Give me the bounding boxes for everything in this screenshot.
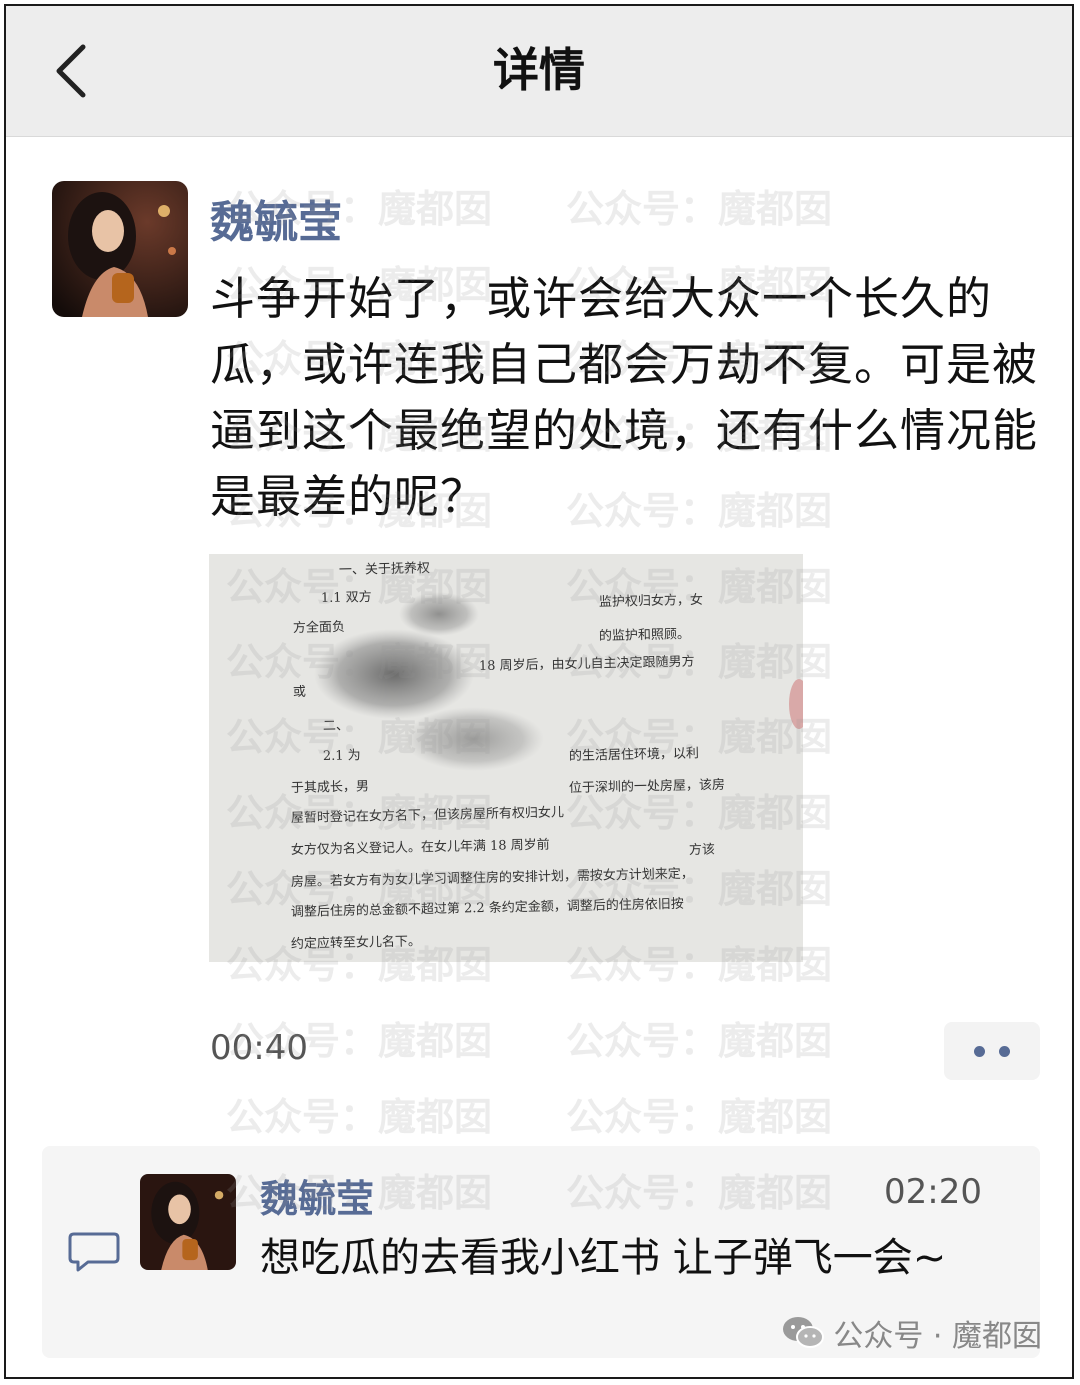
detail-page: 详情 魏毓莹 斗争开始了，或许会给大众一个长久的瓜，或许连我自己都会万劫不复。可… [4, 4, 1074, 1379]
document-line: 监护权归女方，女 [599, 592, 703, 610]
document-line: 1.1 双方 [321, 589, 372, 606]
comment-time: 02:20 [884, 1172, 982, 1212]
avatar-photo [140, 1174, 236, 1270]
document-line: 于其成长，男 [291, 779, 369, 796]
page-title: 详情 [493, 43, 585, 97]
top-bar: 详情 [6, 6, 1072, 137]
more-button[interactable] [944, 1022, 1040, 1080]
more-dot [974, 1045, 985, 1057]
document-line: 2.1 为 [323, 748, 361, 764]
more-dot [999, 1045, 1010, 1057]
document-line: 位于深圳的一处房屋，该房 [569, 777, 725, 796]
avatar-photo [52, 181, 188, 317]
watermark: 公众号：魔都囡 [566, 187, 833, 231]
post-image[interactable]: 一、关于抚养权 1.1 双方 监护权归女方，女 方全面负 的监护和照顾。 18 周岁后，由… [209, 554, 803, 962]
document-line: 的监护和照顾。 [599, 626, 690, 644]
avatar[interactable] [52, 181, 188, 317]
comment-author[interactable]: 魏毓莹 [260, 1168, 374, 1223]
document-line: 约定应转至女儿名下。 [291, 933, 421, 952]
watermark: 公众号：魔都囡 [566, 1095, 833, 1139]
document-line: 二、 [323, 718, 349, 734]
comment-avatar[interactable] [140, 1174, 236, 1270]
document-line: 的生活居住环境，以利 [569, 745, 699, 764]
post-time: 00:40 [210, 1028, 308, 1068]
document-line: 或 [293, 685, 306, 700]
document-line: 方全面负 [293, 619, 345, 636]
post-text: 斗争开始了，或许会给大众一个长久的瓜，或许连我自己都会万劫不复。可是被逼到这个最… [210, 272, 1039, 523]
document-line: 一、关于抚养权 [339, 560, 430, 578]
document-line: 方该 [689, 841, 715, 858]
watermark: 公众号：魔都囡 [566, 1019, 833, 1063]
author-name[interactable]: 魏毓莹 [210, 186, 342, 250]
source-watermark: 公众号 · 魔都囡 [781, 1311, 1042, 1355]
source-label: 公众号 · 魔都囡 [833, 1319, 1042, 1354]
comment-bubble-icon [68, 1232, 120, 1272]
wechat-logo-icon [783, 1317, 825, 1348]
comment-text: 想吃瓜的去看我小红书 让子弹飞一会~ [260, 1235, 947, 1281]
watermark: 公众号：魔都囡 [226, 1095, 493, 1139]
document-photo: 一、关于抚养权1.1 双方 监护权归女方，女方全面负 的监护和照顾。18 周岁后，由… [209, 554, 803, 962]
